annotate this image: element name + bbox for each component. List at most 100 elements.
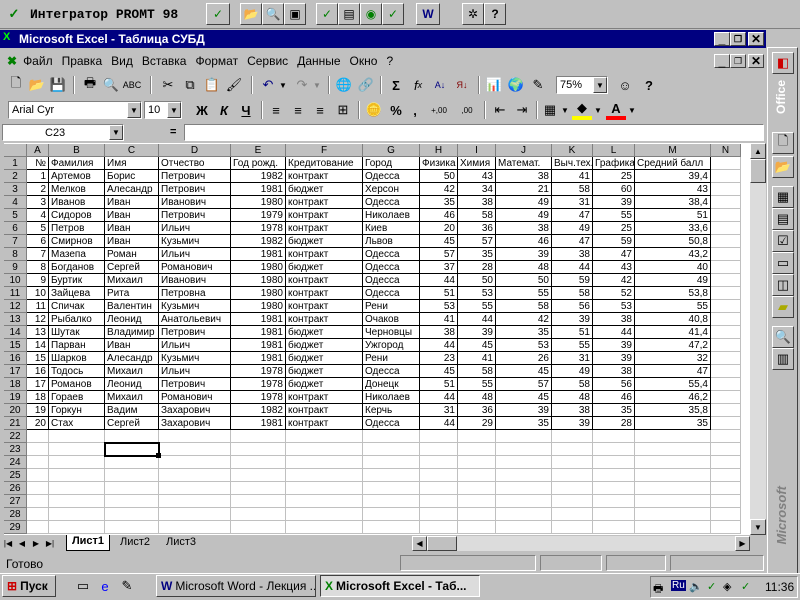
table-cell[interactable]: 1981 xyxy=(231,352,286,365)
table-header-cell[interactable]: Имя xyxy=(105,157,159,170)
table-cell[interactable]: 55 xyxy=(635,300,711,313)
cell[interactable] xyxy=(458,469,496,482)
table-cell[interactable]: Петров xyxy=(49,222,105,235)
table-header-cell[interactable]: № xyxy=(27,157,49,170)
table-cell[interactable]: Сергей xyxy=(105,261,159,274)
promt-settings-icon[interactable]: ✲ xyxy=(462,3,484,25)
cell[interactable] xyxy=(711,261,741,274)
table-cell[interactable]: 59 xyxy=(552,274,593,287)
table-cell[interactable]: Горкун xyxy=(49,404,105,417)
cell[interactable] xyxy=(363,469,420,482)
column-header-B[interactable]: B xyxy=(49,144,105,157)
table-cell[interactable]: Шутак xyxy=(49,326,105,339)
cell[interactable] xyxy=(711,209,741,222)
cell[interactable] xyxy=(420,521,458,534)
table-cell[interactable]: 58 xyxy=(552,183,593,196)
table-cell[interactable]: Николаев xyxy=(363,209,420,222)
row-header-7[interactable]: 7 xyxy=(4,235,27,248)
menu-file[interactable]: Файл xyxy=(23,54,53,68)
table-cell[interactable]: 25 xyxy=(593,222,635,235)
cell[interactable] xyxy=(711,365,741,378)
table-cell[interactable]: 10 xyxy=(27,287,49,300)
table-header-cell[interactable]: Графика xyxy=(593,157,635,170)
cell[interactable] xyxy=(593,443,635,456)
table-cell[interactable]: 9 xyxy=(27,274,49,287)
cell[interactable] xyxy=(27,469,49,482)
table-cell[interactable]: 44 xyxy=(420,417,458,430)
select-all-corner[interactable] xyxy=(4,144,27,157)
cell[interactable] xyxy=(159,495,231,508)
last-sheet-icon[interactable]: ▶| xyxy=(44,536,56,551)
table-cell[interactable]: 45 xyxy=(496,365,552,378)
next-sheet-icon[interactable]: ▶ xyxy=(30,536,42,551)
table-cell[interactable]: Одесса xyxy=(363,248,420,261)
spreadsheet-grid[interactable]: A B C D E F G H I J K L M N 1 № Фамилия Имя Отчество Год ро… xyxy=(4,143,760,535)
row-header-13[interactable]: 13 xyxy=(4,313,27,326)
table-cell[interactable]: 1980 xyxy=(231,287,286,300)
table-cell[interactable]: Шарков xyxy=(49,352,105,365)
table-cell[interactable]: 39,4 xyxy=(635,170,711,183)
cell[interactable] xyxy=(458,521,496,534)
table-cell[interactable]: 55 xyxy=(552,339,593,352)
cell[interactable] xyxy=(231,508,286,521)
hyperlink-icon[interactable]: 🔗 xyxy=(356,75,376,95)
table-cell[interactable]: 39 xyxy=(552,417,593,430)
fill-dropdown-icon[interactable]: ▼ xyxy=(593,100,603,120)
promt-help-icon[interactable]: ? xyxy=(484,3,506,25)
table-cell[interactable]: 19 xyxy=(27,404,49,417)
cell[interactable] xyxy=(552,430,593,443)
promt-search-icon[interactable]: 🔍 xyxy=(262,3,284,25)
cell[interactable] xyxy=(552,521,593,534)
cell[interactable] xyxy=(496,482,552,495)
table-cell[interactable]: 1981 xyxy=(231,248,286,261)
cell[interactable] xyxy=(420,469,458,482)
table-cell[interactable]: 31 xyxy=(552,352,593,365)
find-icon[interactable]: 🔍 xyxy=(772,326,794,348)
table-cell[interactable]: Стах xyxy=(49,417,105,430)
table-cell[interactable]: 8 xyxy=(27,261,49,274)
comma-button[interactable]: , xyxy=(408,100,422,120)
table-cell[interactable]: 55 xyxy=(458,378,496,391)
cell[interactable] xyxy=(711,300,741,313)
column-header-H[interactable]: H xyxy=(420,144,458,157)
cell[interactable] xyxy=(711,521,741,534)
table-cell[interactable]: 1980 xyxy=(231,196,286,209)
cell[interactable] xyxy=(420,430,458,443)
table-cell[interactable]: Артемов xyxy=(49,170,105,183)
table-cell[interactable]: Очаков xyxy=(363,313,420,326)
table-cell[interactable]: 40,8 xyxy=(635,313,711,326)
table-cell[interactable]: Кузьмич xyxy=(159,300,231,313)
table-cell[interactable]: 38 xyxy=(593,365,635,378)
table-cell[interactable]: Захарович xyxy=(159,417,231,430)
table-cell[interactable]: 1981 xyxy=(231,313,286,326)
cell[interactable] xyxy=(105,469,159,482)
save-icon[interactable]: 💾 xyxy=(48,75,68,95)
cell[interactable] xyxy=(363,443,420,456)
function-icon[interactable]: fx xyxy=(408,75,428,95)
table-cell[interactable]: Иван xyxy=(105,339,159,352)
cell[interactable] xyxy=(593,430,635,443)
table-cell[interactable]: 57 xyxy=(420,248,458,261)
cell[interactable] xyxy=(458,443,496,456)
cell[interactable] xyxy=(420,508,458,521)
table-cell[interactable]: 18 xyxy=(27,391,49,404)
table-cell[interactable]: Керчь xyxy=(363,404,420,417)
table-cell[interactable]: 53,8 xyxy=(635,287,711,300)
cell[interactable] xyxy=(363,482,420,495)
table-cell[interactable]: контракт xyxy=(286,248,363,261)
table-cell[interactable]: 4 xyxy=(27,209,49,222)
table-cell[interactable]: 43 xyxy=(635,183,711,196)
table-cell[interactable]: Романович xyxy=(159,391,231,404)
cell[interactable] xyxy=(363,456,420,469)
redo-dropdown-icon[interactable]: ▼ xyxy=(312,75,322,95)
table-cell[interactable]: 29 xyxy=(458,417,496,430)
table-cell[interactable]: Богданов xyxy=(49,261,105,274)
note-icon[interactable]: ▰ xyxy=(772,296,794,318)
cell[interactable] xyxy=(231,443,286,456)
row-header-4[interactable]: 4 xyxy=(4,196,27,209)
cell[interactable] xyxy=(711,404,741,417)
table-cell[interactable]: Одесса xyxy=(363,261,420,274)
cell[interactable] xyxy=(635,495,711,508)
font-color-button[interactable]: A xyxy=(606,100,626,120)
table-cell[interactable]: Одесса xyxy=(363,274,420,287)
